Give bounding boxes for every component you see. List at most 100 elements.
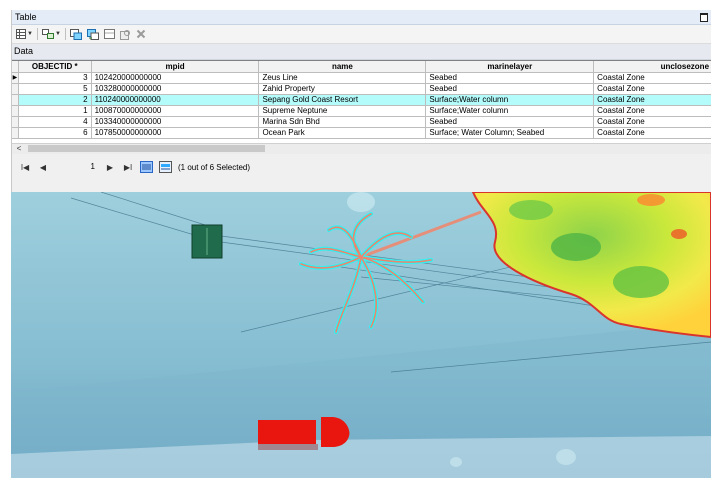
toolbar-separator xyxy=(64,28,66,40)
cell-mpid: 110240000000000 xyxy=(92,95,260,105)
land-patch xyxy=(613,266,669,298)
row-indicator-header xyxy=(12,61,19,72)
attribute-table-window: Table ▼ ▼ Data OBJECTID * mpid name mari… xyxy=(11,10,711,192)
cell-unclosezone: Coastal Zone xyxy=(594,128,711,138)
window-titlebar: Table xyxy=(12,10,711,25)
show-all-records-button[interactable] xyxy=(140,161,153,173)
land-patch xyxy=(551,233,601,261)
cell-objectid: 5 xyxy=(19,84,92,94)
zoom-to-selected-button[interactable] xyxy=(119,27,132,41)
cell-marinelayer: Seabed xyxy=(426,73,595,83)
select-by-attributes-button[interactable] xyxy=(69,27,83,41)
attribute-grid: OBJECTID * mpid name marinelayer unclose… xyxy=(12,60,711,154)
cell-name: Zahid Property xyxy=(259,84,427,94)
column-header-objectid[interactable]: OBJECTID * xyxy=(19,61,92,72)
cell-marinelayer: Seabed xyxy=(426,84,595,94)
scroll-left-icon[interactable]: < xyxy=(12,144,26,154)
table-toolbar: ▼ ▼ xyxy=(12,25,711,44)
column-header-name[interactable]: name xyxy=(259,61,427,72)
cell-marinelayer: Seabed xyxy=(426,117,595,127)
cell-objectid: 2 xyxy=(19,95,92,105)
table-options-icon xyxy=(16,29,26,39)
cell-objectid: 3 xyxy=(19,73,92,83)
tab-label: Data xyxy=(14,46,34,56)
switch-selection-icon xyxy=(86,28,99,40)
table-tab-data[interactable]: Data xyxy=(12,44,711,60)
record-navigation-bar: I◀ ◀ 1 ▶ ▶I (1 out of 6 Selected) xyxy=(12,154,711,180)
cell-mpid: 103340000000000 xyxy=(92,117,260,127)
next-record-icon[interactable]: ▶ xyxy=(104,163,116,172)
cell-unclosezone: Coastal Zone xyxy=(594,84,711,94)
select-by-attributes-icon xyxy=(69,28,82,40)
map-canvas[interactable] xyxy=(11,192,711,478)
chevron-down-icon: ▼ xyxy=(27,31,33,37)
previous-record-icon[interactable]: ◀ xyxy=(37,163,49,172)
table-row[interactable]: 5 103280000000000 Zahid Property Seabed … xyxy=(12,84,711,95)
row-indicator[interactable] xyxy=(12,95,19,105)
cell-unclosezone: Coastal Zone xyxy=(594,73,711,83)
chevron-down-icon: ▼ xyxy=(54,31,61,37)
show-all-records-icon xyxy=(142,164,151,170)
zoom-to-selected-icon xyxy=(119,29,130,40)
cell-name: Sepang Gold Coast Resort xyxy=(259,95,427,105)
window-restore-icon[interactable] xyxy=(700,13,708,22)
switch-selection-button[interactable] xyxy=(86,27,100,41)
cell-name: Ocean Park xyxy=(259,128,427,138)
row-indicator[interactable] xyxy=(12,128,19,138)
current-record-field[interactable]: 1 xyxy=(55,161,98,173)
window-title: Table xyxy=(15,12,37,22)
table-row[interactable]: ▶ 3 102420000000000 Zeus Line Seabed Coa… xyxy=(12,73,711,84)
show-selected-records-icon xyxy=(161,164,170,170)
land-hotspot xyxy=(671,229,687,239)
current-row-indicator-icon[interactable]: ▶ xyxy=(12,73,19,83)
red-vessel-feature[interactable] xyxy=(258,417,350,450)
cell-mpid: 100870000000000 xyxy=(92,106,260,116)
related-tables-icon xyxy=(41,29,54,39)
land-patch xyxy=(509,200,553,220)
first-record-icon[interactable]: I◀ xyxy=(19,163,31,172)
table-row[interactable]: 6 107850000000000 Ocean Park Surface; Wa… xyxy=(12,128,711,139)
grid-header-row: OBJECTID * mpid name marinelayer unclose… xyxy=(12,61,711,73)
land-hotspot xyxy=(637,194,665,206)
cell-mpid: 107850000000000 xyxy=(92,128,260,138)
cell-objectid: 4 xyxy=(19,117,92,127)
table-row[interactable]: 1 100870000000000 Supreme Neptune Surfac… xyxy=(12,106,711,117)
scrollbar-thumb[interactable] xyxy=(28,145,265,152)
cell-unclosezone: Coastal Zone xyxy=(594,117,711,127)
cell-name: Supreme Neptune xyxy=(259,106,427,116)
green-structure[interactable] xyxy=(191,224,223,259)
cell-mpid: 102420000000000 xyxy=(92,73,260,83)
cell-unclosezone: Coastal Zone xyxy=(594,95,711,105)
light-bubble xyxy=(450,457,462,467)
light-bubble xyxy=(347,192,375,212)
clear-selection-icon xyxy=(103,28,115,39)
toolbar-separator xyxy=(36,28,38,40)
cell-marinelayer: Surface;Water column xyxy=(426,95,595,105)
cell-mpid: 103280000000000 xyxy=(92,84,260,94)
related-tables-button[interactable]: ▼ xyxy=(41,27,62,41)
column-header-unclosezone[interactable]: unclosezone xyxy=(594,61,711,72)
cell-name: Zeus Line xyxy=(259,73,427,83)
cell-objectid: 1 xyxy=(19,106,92,116)
cell-name: Marina Sdn Bhd xyxy=(259,117,427,127)
column-header-marinelayer[interactable]: marinelayer xyxy=(426,61,595,72)
row-indicator[interactable] xyxy=(12,106,19,116)
map-view[interactable] xyxy=(11,192,711,478)
app-frame: Table ▼ ▼ Data OBJECTID * mpid name mari… xyxy=(0,0,711,478)
delete-selected-icon xyxy=(136,29,146,39)
cell-unclosezone: Coastal Zone xyxy=(594,106,711,116)
row-indicator[interactable] xyxy=(12,84,19,94)
last-record-icon[interactable]: ▶I xyxy=(122,163,134,172)
horizontal-scrollbar[interactable]: < xyxy=(12,143,711,154)
table-row-selected[interactable]: 2 110240000000000 Sepang Gold Coast Reso… xyxy=(12,95,711,106)
column-header-mpid[interactable]: mpid xyxy=(92,61,260,72)
table-row[interactable]: 4 103340000000000 Marina Sdn Bhd Seabed … xyxy=(12,117,711,128)
show-selected-records-button[interactable] xyxy=(159,161,172,173)
light-bubble xyxy=(556,449,576,465)
cell-marinelayer: Surface; Water Column; Seabed xyxy=(426,128,595,138)
selection-status: (1 out of 6 Selected) xyxy=(178,162,251,172)
clear-selection-button[interactable] xyxy=(103,27,116,41)
table-options-button[interactable]: ▼ xyxy=(15,27,34,41)
delete-selected-button[interactable] xyxy=(135,27,147,41)
row-indicator[interactable] xyxy=(12,117,19,127)
